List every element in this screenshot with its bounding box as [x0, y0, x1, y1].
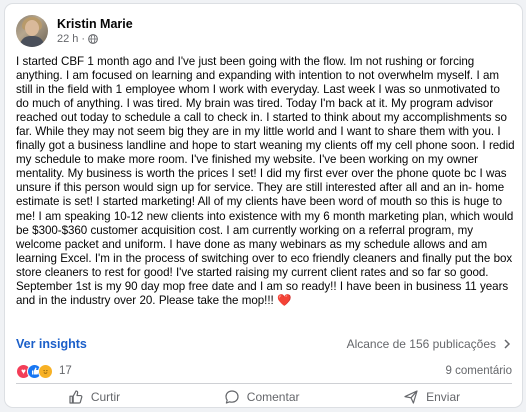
reactions-summary[interactable]: ♥ 17 [16, 363, 72, 379]
insights-row: Ver insights Alcance de 156 publicações [16, 335, 512, 353]
care-reaction-icon [38, 363, 53, 379]
separator-dot: · [81, 33, 86, 45]
comment-icon [225, 390, 239, 404]
thumbs-up-icon [69, 390, 83, 404]
view-insights-link[interactable]: Ver insights [16, 337, 87, 351]
globe-icon [88, 34, 98, 44]
comment-label: Comentar [246, 390, 300, 404]
post-subline: 22 h · [57, 32, 133, 46]
post-card: Kristin Marie 22 h · I started CBF 1 mon… [4, 3, 523, 408]
chevron-right-icon [504, 339, 511, 349]
post-meta: Kristin Marie 22 h · [57, 16, 133, 46]
counts-row: ♥ 17 9 comentário [16, 362, 512, 380]
divider [16, 383, 512, 384]
post-time[interactable]: 22 h [57, 32, 78, 46]
share-label: Enviar [426, 390, 461, 404]
like-button[interactable]: Curtir [68, 389, 120, 405]
comment-button[interactable]: Comentar [224, 389, 300, 405]
avatar[interactable] [16, 15, 48, 47]
reach-label: Alcance de 156 publicações [346, 337, 496, 351]
reactions-count: 17 [59, 365, 72, 377]
comments-count[interactable]: 9 comentário [446, 365, 512, 377]
author-name[interactable]: Kristin Marie [57, 16, 133, 32]
share-button[interactable]: Enviar [403, 389, 460, 405]
send-icon [404, 390, 418, 404]
post-body: I started CBF 1 month ago and I've just … [16, 55, 516, 308]
heart-emoji: ❤️ [277, 293, 292, 307]
like-label: Curtir [90, 390, 121, 404]
action-bar: Curtir Comentar Enviar [16, 386, 512, 407]
post-header: Kristin Marie 22 h · [16, 13, 133, 49]
post-text: I started CBF 1 month ago and I've just … [16, 55, 515, 307]
reach-summary[interactable]: Alcance de 156 publicações [347, 337, 512, 351]
